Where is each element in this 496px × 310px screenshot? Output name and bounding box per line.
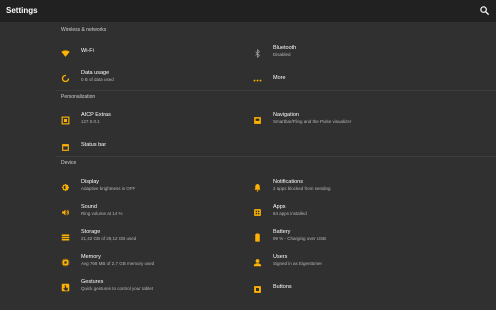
settings-item-summary: 21,42 GB of 29,12 GB used bbox=[81, 236, 137, 241]
battery-icon bbox=[253, 233, 262, 242]
divider bbox=[56, 90, 496, 91]
settings-item-summary: Avg 768 MB of 2,7 GB memory used bbox=[81, 261, 155, 266]
settings-item-apps[interactable]: Apps 84 apps installed bbox=[253, 204, 433, 224]
settings-item-label: Display bbox=[81, 179, 100, 185]
section-header-device: Device bbox=[61, 160, 77, 166]
user-icon bbox=[253, 258, 262, 267]
settings-item-summary: Smartbar/Fling and the Pulse visualizer bbox=[273, 119, 352, 124]
settings-item-label: Wi-Fi bbox=[81, 48, 94, 54]
settings-item-more[interactable]: More bbox=[253, 72, 433, 92]
settings-item-summary: 84 apps installed bbox=[273, 211, 307, 216]
app-bar: Settings bbox=[0, 0, 496, 22]
search-icon[interactable] bbox=[479, 5, 490, 16]
settings-item-buttons[interactable]: Buttons bbox=[253, 281, 433, 301]
volume-icon bbox=[61, 208, 70, 217]
settings-item-summary: 99 % - Charging over USB bbox=[273, 236, 327, 241]
settings-item-data-usage[interactable]: Data usage 0 B of data used bbox=[61, 70, 241, 90]
settings-item-gestures[interactable]: Gestures Quick gestures to control your … bbox=[61, 279, 241, 299]
navigation-icon bbox=[253, 116, 262, 125]
settings-item-summary: Disabled bbox=[273, 52, 291, 57]
settings-item-label: Notifications bbox=[273, 179, 303, 185]
bell-icon bbox=[253, 183, 262, 192]
settings-item-users[interactable]: Users Signed in as Eigentümer bbox=[253, 254, 433, 274]
storage-icon bbox=[61, 233, 70, 242]
page-title: Settings bbox=[6, 6, 38, 15]
settings-item-battery[interactable]: Battery 99 % - Charging over USB bbox=[253, 229, 433, 249]
settings-item-display[interactable]: Display Adaptive brightness is OFF bbox=[61, 179, 241, 199]
settings-item-summary: 2 apps blocked from sending bbox=[273, 186, 331, 191]
settings-item-wifi[interactable]: Wi-Fi bbox=[61, 45, 241, 65]
settings-item-label: Memory bbox=[81, 254, 101, 260]
settings-item-label: Battery bbox=[273, 229, 291, 235]
buttons-icon bbox=[253, 285, 262, 294]
status-bar-icon bbox=[61, 143, 70, 152]
settings-item-memory[interactable]: Memory Avg 768 MB of 2,7 GB memory used bbox=[61, 254, 241, 274]
data-usage-icon bbox=[61, 74, 70, 83]
more-icon bbox=[253, 76, 262, 85]
memory-icon bbox=[61, 258, 70, 267]
settings-item-summary: 127.0.0.1 bbox=[81, 119, 100, 124]
settings-item-label: Storage bbox=[81, 229, 101, 235]
section-header-personalization: Personalization bbox=[61, 94, 96, 100]
settings-item-summary: Quick gestures to control your tablet bbox=[81, 286, 154, 291]
settings-item-label: Apps bbox=[273, 204, 286, 210]
settings-item-label: Bluetooth bbox=[273, 45, 297, 51]
section-header-wireless: Wireless & networks bbox=[61, 27, 107, 33]
settings-item-label: AICP Extras bbox=[81, 112, 111, 118]
settings-item-storage[interactable]: Storage 21,42 GB of 29,12 GB used bbox=[61, 229, 241, 249]
settings-item-sound[interactable]: Sound Ring volume at 14 % bbox=[61, 204, 241, 224]
display-icon bbox=[61, 183, 70, 192]
aicp-icon bbox=[61, 116, 70, 125]
settings-item-aicp-extras[interactable]: AICP Extras 127.0.0.1 bbox=[61, 112, 241, 132]
settings-item-label: Status bar bbox=[81, 142, 107, 148]
settings-item-notifications[interactable]: Notifications 2 apps blocked from sendin… bbox=[253, 179, 433, 199]
settings-item-label: Gestures bbox=[81, 279, 104, 285]
divider bbox=[56, 156, 496, 157]
settings-item-summary: Signed in as Eigentümer bbox=[273, 261, 323, 266]
settings-item-label: Users bbox=[273, 254, 288, 260]
bluetooth-icon bbox=[253, 49, 262, 58]
settings-item-label: Navigation bbox=[273, 112, 299, 118]
settings-item-bluetooth[interactable]: Bluetooth Disabled bbox=[253, 45, 433, 65]
wifi-icon bbox=[61, 49, 70, 58]
apps-icon bbox=[253, 208, 262, 217]
settings-item-label: More bbox=[273, 75, 286, 81]
settings-item-label: Sound bbox=[81, 204, 97, 210]
settings-item-label: Buttons bbox=[273, 284, 292, 290]
settings-item-label: Data usage bbox=[81, 70, 110, 76]
gestures-icon bbox=[61, 283, 70, 292]
settings-item-summary: Adaptive brightness is OFF bbox=[81, 186, 136, 191]
settings-item-summary: Ring volume at 14 % bbox=[81, 211, 123, 216]
settings-item-summary: 0 B of data used bbox=[81, 77, 114, 82]
settings-item-navigation[interactable]: Navigation Smartbar/Fling and the Pulse … bbox=[253, 112, 433, 132]
